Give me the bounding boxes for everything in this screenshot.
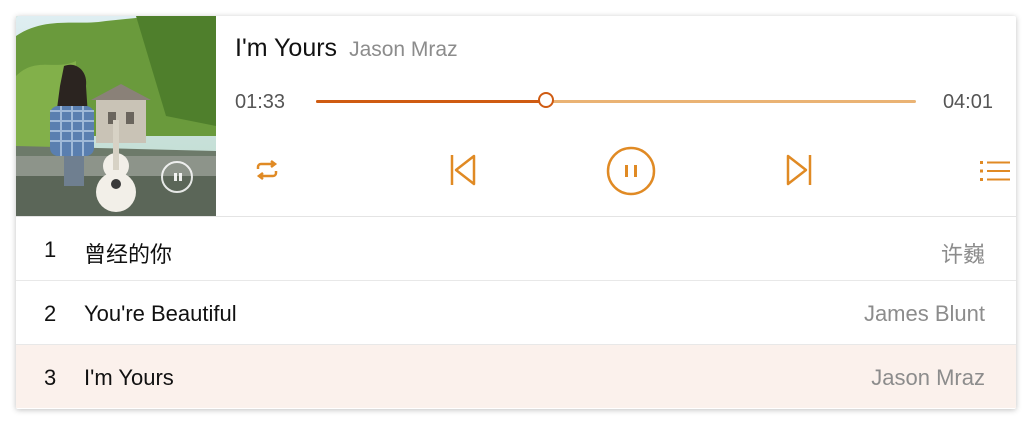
track-number: 1 bbox=[44, 237, 57, 262]
track-name: 曾经的你 bbox=[84, 242, 173, 267]
album-cover[interactable] bbox=[16, 16, 216, 216]
skip-next-icon bbox=[786, 154, 812, 186]
track-name: I'm Yours bbox=[84, 365, 174, 390]
track-artist-name: 许巍 bbox=[940, 242, 985, 267]
playlist-icon bbox=[980, 161, 1010, 181]
playlist: 1 曾经的你 许巍 2 You're Beautiful James Blunt… bbox=[16, 216, 1016, 408]
current-time: 01:33 bbox=[235, 91, 286, 113]
progress-handle[interactable] bbox=[538, 92, 554, 108]
total-time: 04:01 bbox=[942, 91, 993, 113]
track-artist: Jason Mraz bbox=[349, 38, 458, 61]
next-button[interactable] bbox=[785, 153, 813, 187]
track-number: 3 bbox=[44, 365, 57, 390]
pause-icon bbox=[606, 146, 656, 196]
title-row: I'm Yours Jason Mraz bbox=[235, 34, 458, 64]
cover-pause-icon bbox=[161, 161, 193, 193]
track-number: 2 bbox=[44, 301, 57, 326]
track-name: You're Beautiful bbox=[84, 301, 237, 326]
track-info: I'm Yours Jason Mraz 01:33 04:01 bbox=[235, 16, 1016, 216]
now-playing-panel: I'm Yours Jason Mraz 01:33 04:01 bbox=[16, 16, 1016, 216]
track-artist-name: Jason Mraz bbox=[871, 365, 985, 390]
previous-button[interactable] bbox=[449, 153, 477, 187]
playlist-button[interactable] bbox=[980, 159, 1010, 183]
progress-bar[interactable] bbox=[316, 92, 916, 108]
track-title: I'm Yours bbox=[235, 34, 338, 62]
track-artist-name: James Blunt bbox=[863, 301, 985, 326]
repeat-button[interactable] bbox=[252, 158, 282, 182]
playlist-row[interactable]: 1 曾经的你 许巍 bbox=[16, 216, 1016, 280]
playlist-row[interactable]: 2 You're Beautiful James Blunt bbox=[16, 280, 1016, 344]
music-player: I'm Yours Jason Mraz 01:33 04:01 1 曾经的你 … bbox=[16, 16, 1016, 409]
skip-previous-icon bbox=[450, 154, 476, 186]
play-pause-button[interactable] bbox=[606, 146, 656, 196]
progress-fill bbox=[316, 100, 547, 103]
repeat-icon bbox=[256, 160, 278, 180]
playlist-row-active[interactable]: 3 I'm Yours Jason Mraz bbox=[16, 344, 1016, 408]
